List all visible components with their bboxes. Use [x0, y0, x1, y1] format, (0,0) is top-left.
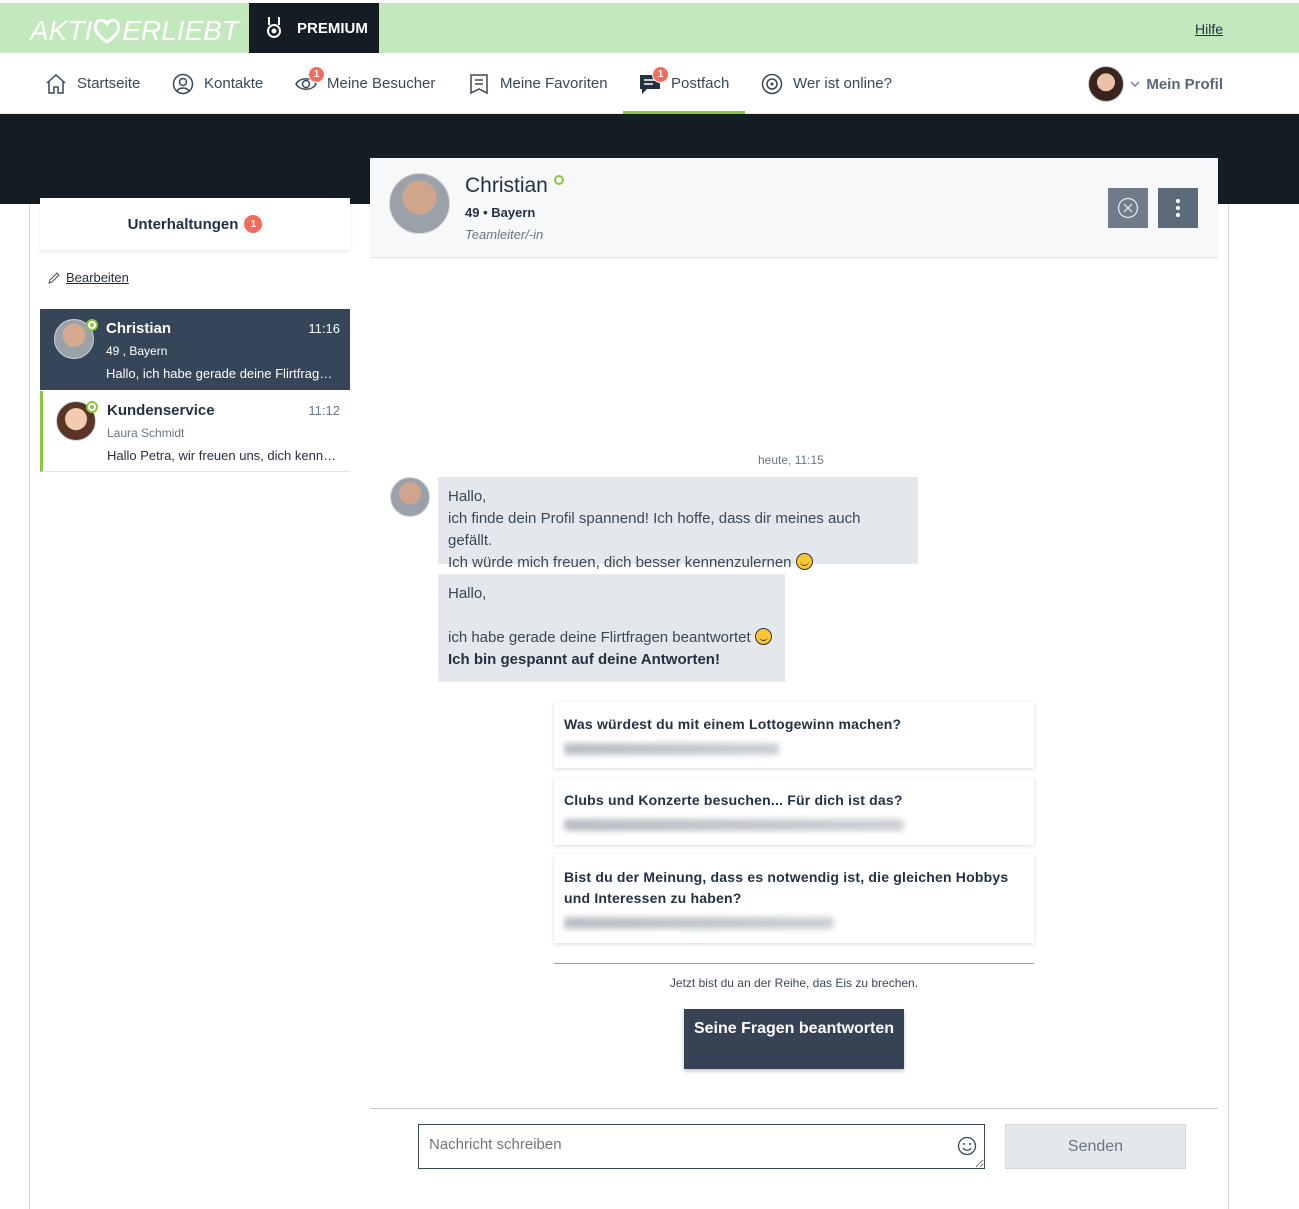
- message-text: Ich würde mich freuen, dich besser kenne…: [448, 554, 792, 571]
- answer-questions-button[interactable]: Seine Fragen beantworten: [684, 1009, 904, 1069]
- message-line-with-emoji: Ich würde mich freuen, dich besser kenne…: [448, 552, 908, 574]
- message-line: Hallo,: [448, 585, 487, 602]
- message-bubble: Hallo, ich finde dein Profil spannend! I…: [438, 477, 918, 571]
- pencil-icon: [48, 272, 60, 284]
- more-options-button[interactable]: [1158, 188, 1198, 228]
- conversation-preview: Hallo, ich habe gerade deine Flirtfragen…: [106, 366, 336, 381]
- nav-label: Kontakte: [204, 75, 264, 92]
- conversation-sub: Laura Schmidt: [107, 426, 185, 440]
- profile-label: Mein Profil: [1146, 75, 1223, 93]
- smile-emoji-icon: [795, 553, 813, 570]
- conversation-item-christian[interactable]: Christian 11:16 49 , Bayern Hallo, ich h…: [40, 309, 350, 390]
- online-indicator-icon: [554, 175, 564, 185]
- bookmark-icon: [470, 73, 488, 94]
- edit-link[interactable]: Bearbeiten: [48, 270, 129, 285]
- conversations-title: Unterhaltungen: [127, 215, 239, 233]
- chat-header: Christian 49 • Bayern Teamleiter/-in: [370, 158, 1218, 258]
- logo-text-right: ERLIEBT: [122, 15, 239, 46]
- conversation-item-kundenservice[interactable]: Kundenservice 11:12 Laura Schmidt Hallo …: [40, 391, 350, 472]
- avatar: [390, 477, 430, 517]
- divider: [554, 963, 1034, 964]
- nav-wer-ist-online[interactable]: Wer ist online?: [761, 53, 892, 114]
- premium-label: PREMIUM: [297, 19, 368, 37]
- heart-logo-icon: [94, 18, 121, 44]
- avatar[interactable]: [389, 173, 450, 234]
- question-title: Was würdest du mit einem Lottogewinn mac…: [564, 716, 902, 732]
- more-vertical-icon: [1176, 199, 1180, 217]
- logo-text-left: AKTI: [30, 15, 93, 46]
- premium-button[interactable]: PREMIUM: [249, 3, 379, 53]
- message-line: ich finde dein Profil spannend! Ich hoff…: [448, 510, 861, 549]
- chat-partner-job: Teamleiter/-in: [465, 227, 544, 242]
- top-bar: AKTI ERLIEBT PREMIUM Hilfe: [0, 3, 1299, 53]
- divider: [370, 1108, 1218, 1109]
- blurred-answer: [564, 743, 779, 755]
- home-icon: [46, 73, 66, 94]
- online-icon: [761, 73, 783, 94]
- nav-meine-besucher[interactable]: Meine Besucher 1: [295, 53, 435, 114]
- help-link[interactable]: Hilfe: [1195, 21, 1223, 37]
- nav-startseite[interactable]: Startseite: [45, 53, 140, 114]
- ice-breaker-hint: Jetzt bist du an der Reihe, das Eis zu b…: [669, 976, 919, 990]
- question-title: Clubs und Konzerte besuchen... Für dich …: [564, 792, 903, 808]
- close-icon: [1117, 197, 1139, 219]
- send-button[interactable]: Senden: [1005, 1124, 1186, 1169]
- conversations-count-badge: 1: [244, 215, 263, 233]
- medal-icon: [267, 17, 281, 38]
- question-title: Bist du der Meinung, dass es notwendig i…: [564, 869, 1009, 906]
- nav-label: Postfach: [671, 75, 730, 92]
- smile-emoji-icon: [754, 628, 772, 645]
- question-card[interactable]: Clubs und Konzerte besuchen... Für dich …: [554, 778, 1034, 845]
- message-text: ich habe gerade deine Flirtfragen beantw…: [448, 629, 751, 646]
- user-icon: [172, 73, 194, 94]
- message-date: heute, 11:15: [758, 453, 824, 467]
- nav-postfach[interactable]: Postfach 1: [622, 53, 746, 114]
- conversation-name: Kundenservice: [107, 402, 215, 419]
- profile-menu[interactable]: Mein Profil: [1088, 66, 1223, 102]
- message-input[interactable]: [418, 1124, 985, 1169]
- conversation-time: 11:16: [308, 321, 340, 336]
- message-line-bold: Ich bin gespannt auf deine Antworten!: [448, 651, 720, 668]
- nav-kontakte[interactable]: Kontakte: [172, 53, 263, 114]
- close-chat-button[interactable]: [1108, 188, 1148, 228]
- nav-meine-favoriten[interactable]: Meine Favoriten: [468, 53, 608, 114]
- visitors-badge: 1: [308, 66, 325, 83]
- chevron-down-icon: [1130, 81, 1140, 87]
- nav-label: Wer ist online?: [793, 75, 892, 92]
- chat-partner-name[interactable]: Christian: [465, 174, 548, 198]
- nav-label: Startseite: [77, 75, 141, 92]
- conversation-sub: 49 , Bayern: [106, 344, 168, 358]
- chat-partner-meta: 49 • Bayern: [465, 205, 536, 220]
- online-indicator-icon: [86, 401, 98, 413]
- logo[interactable]: AKTI ERLIEBT: [30, 15, 239, 47]
- edit-label: Bearbeiten: [66, 270, 129, 285]
- message-bubble: Hallo, ich habe gerade deine Flirtfragen…: [438, 574, 785, 682]
- conversation-time: 11:12: [308, 403, 340, 418]
- question-card[interactable]: Bist du der Meinung, dass es notwendig i…: [554, 855, 1034, 943]
- postfach-badge: 1: [652, 66, 669, 83]
- avatar: [1088, 66, 1125, 102]
- emoji-picker-icon[interactable]: [957, 1136, 977, 1156]
- conversation-preview: Hallo Petra, wir freuen uns, dich kennen…: [107, 448, 337, 463]
- online-indicator-icon: [86, 319, 98, 331]
- nav-label: Meine Besucher: [327, 75, 436, 92]
- message-line-with-emoji: ich habe gerade deine Flirtfragen beantw…: [448, 627, 775, 649]
- main-nav: Startseite Kontakte Meine Besucher 1 Mei…: [0, 53, 1299, 114]
- blurred-answer: [564, 917, 834, 929]
- blurred-answer: [564, 819, 904, 831]
- nav-label: Meine Favoriten: [500, 75, 608, 92]
- message-line: Hallo,: [448, 488, 487, 505]
- question-card[interactable]: Was würdest du mit einem Lottogewinn mac…: [554, 702, 1034, 768]
- conversation-name: Christian: [106, 320, 172, 337]
- conversations-header: Unterhaltungen 1: [40, 198, 350, 250]
